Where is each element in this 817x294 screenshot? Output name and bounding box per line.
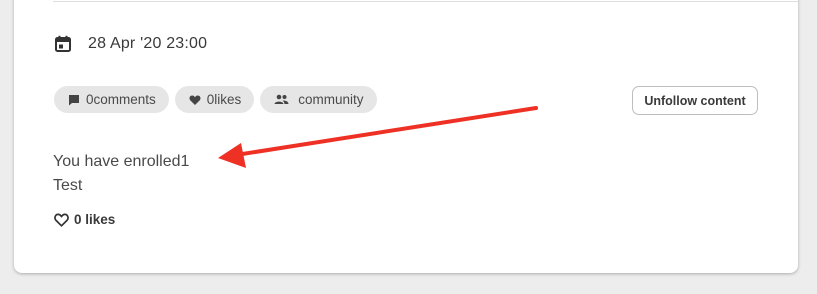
heart-icon (189, 95, 201, 105)
heart-outline-icon (54, 213, 69, 227)
people-icon (274, 94, 289, 104)
post-meta-chips: 0comments 0likes community (54, 86, 377, 113)
visibility-label: community (298, 92, 364, 107)
like-action[interactable]: 0 likes (54, 212, 115, 227)
comments-count: 0comments (86, 92, 156, 107)
calendar-icon (55, 35, 71, 52)
likes-count: 0likes (206, 92, 242, 107)
unfollow-content-button[interactable]: Unfollow content (632, 86, 758, 115)
comment-icon (69, 94, 79, 105)
like-count-label: 0 likes (74, 212, 116, 227)
post-body: You have enrolled1 Test (53, 150, 189, 198)
post-body-line: Test (53, 177, 83, 194)
visibility-chip[interactable]: community (260, 86, 377, 113)
divider (53, 1, 798, 2)
post-date-row: 28 Apr '20 23:00 (54, 35, 207, 53)
likes-chip[interactable]: 0likes (174, 86, 255, 113)
post-date: 28 Apr '20 23:00 (88, 35, 208, 52)
post-body-line: You have enrolled1 (53, 153, 190, 170)
comments-chip[interactable]: 0comments (54, 86, 169, 113)
post-card: 28 Apr '20 23:00 0comments 0likes commun… (14, 0, 798, 273)
